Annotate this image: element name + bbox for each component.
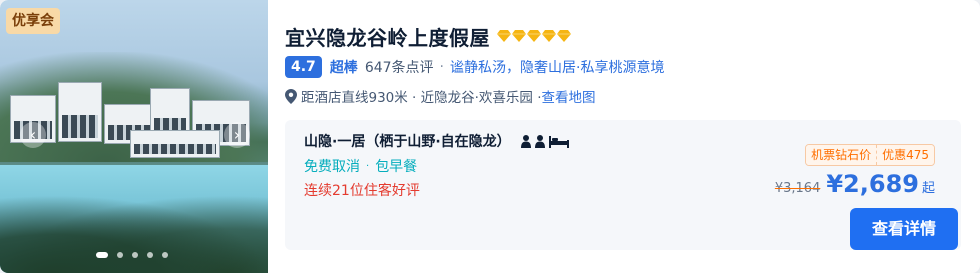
location-row: 距酒店直线930米 · 近隐龙谷·欢喜乐园 · 查看地图 [285, 86, 596, 106]
original-price: ¥3,164 [774, 181, 821, 196]
hotel-name[interactable]: 宜兴隐龙谷岭上度假屋 [285, 22, 490, 51]
room-name-row: 山隐·一居（栖于山野·自在隐龙） [304, 130, 569, 152]
price-suffix: 起 [921, 181, 935, 196]
breakfast-included: 包早餐 [375, 159, 418, 175]
discount-tag: 优惠475 [876, 145, 934, 165]
carousel-dot[interactable] [162, 252, 168, 258]
location-text: 距酒店直线930米 · 近隐龙谷·欢喜乐园 · [301, 90, 542, 106]
score-badge: 4.7 [285, 56, 322, 78]
price-tags: 机票钻石价 优惠475 [805, 144, 935, 166]
carousel-dot[interactable] [117, 252, 123, 258]
price-row: ¥3,164 ¥2,689 起 [775, 170, 935, 202]
rating-row: 4.7 超棒 647条点评 · 谧静私汤，隐奢山居·私享桃源意境 [285, 56, 664, 78]
view-map-link[interactable]: 查看地图 [542, 86, 596, 106]
view-details-button[interactable]: 查看详情 [850, 208, 958, 250]
photo-trees [0, 195, 268, 273]
guest-praise: 连续21位住客好评 [304, 183, 420, 199]
carousel-dots [96, 251, 168, 259]
bed-icon [548, 135, 569, 148]
room-name: 山隐·一居（栖于山野·自在隐龙） [304, 134, 511, 150]
hotel-title-row: 宜兴隐龙谷岭上度假屋 [285, 20, 571, 52]
diamond-rating [497, 30, 571, 42]
carousel-dot[interactable] [147, 252, 153, 258]
hotel-photo-carousel[interactable]: 优享会 ‹ › [0, 0, 268, 273]
location-pin-icon [285, 88, 297, 104]
carousel-dot[interactable] [132, 252, 138, 258]
diamond-icon [542, 30, 556, 42]
hotel-card[interactable]: 优享会 ‹ › 宜兴隐龙谷岭上度假屋 4.7 超棒 647条点评 · 谧静私汤，… [0, 0, 980, 273]
person-icon [534, 134, 545, 148]
review-count[interactable]: 647条点评 [365, 57, 434, 77]
hotel-tagline: 谧静私汤，隐奢山居·私享桃源意境 [450, 60, 665, 76]
diamond-icon [527, 30, 541, 42]
current-price: ¥2,689 [826, 170, 919, 198]
diamond-icon [497, 30, 511, 42]
diamond-icon [557, 30, 571, 42]
separator: · [439, 59, 444, 75]
room-occupancy [520, 134, 569, 148]
photo-building [130, 130, 220, 158]
carousel-dot[interactable] [96, 252, 108, 258]
member-badge: 优享会 [6, 8, 60, 34]
room-features: 免费取消 · 包早餐 [304, 156, 417, 176]
person-icon [520, 134, 531, 148]
free-cancel: 免费取消 [304, 159, 360, 175]
feature-separator: · [366, 160, 370, 172]
chevron-right-icon[interactable]: › [224, 122, 250, 148]
photo-building [58, 82, 102, 142]
diamond-icon [512, 30, 526, 42]
score-label: 超棒 [329, 60, 358, 76]
chevron-left-icon[interactable]: ‹ [20, 122, 46, 148]
diamond-price-tag: 机票钻石价 [806, 145, 877, 165]
